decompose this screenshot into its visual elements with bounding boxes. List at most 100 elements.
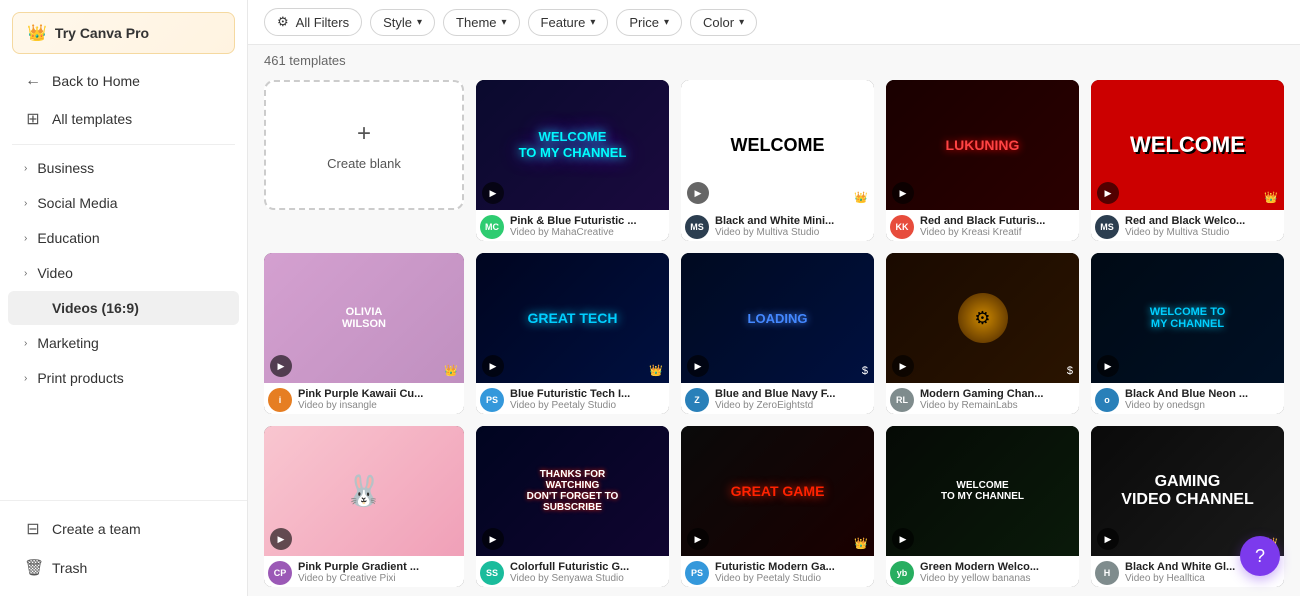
sidebar-item-videos-16-9[interactable]: Videos (16:9) — [8, 291, 239, 325]
avatar: MC — [480, 215, 504, 239]
sidebar-nav: ← Back to Home ⊞ All templates › Busines… — [0, 62, 247, 500]
crown-badge: 👑 — [1264, 191, 1278, 204]
color-filter-button[interactable]: Color ▾ — [690, 9, 757, 36]
template-title: Red and Black Welco... — [1125, 215, 1280, 227]
sidebar-item-back-home[interactable]: ← Back to Home — [8, 63, 239, 99]
template-author: Video by RemainLabs — [920, 400, 1075, 411]
sidebar-item-education[interactable]: › Education — [8, 221, 239, 255]
avatar: MS — [1095, 215, 1119, 239]
sidebar-item-social-media[interactable]: › Social Media — [8, 186, 239, 220]
play-button[interactable]: ▶ — [1097, 528, 1119, 550]
template-title: Colorfull Futuristic G... — [510, 561, 665, 573]
main-content: ⚙ All Filters Style ▾ Theme ▾ Feature ▾ … — [248, 0, 1300, 596]
template-card[interactable]: WELCOMETO MY CHANNEL ▶ MC Pink & Blue Fu… — [476, 80, 669, 241]
template-card[interactable]: WELCOME TOMY CHANNEL ▶ o Black And Blue … — [1091, 253, 1284, 414]
play-button[interactable]: ▶ — [482, 528, 504, 550]
chevron-right-icon: › — [24, 233, 27, 244]
crown-badge: 👑 — [649, 364, 663, 377]
template-author: Video by onedsgn — [1125, 400, 1280, 411]
feature-filter-button[interactable]: Feature ▾ — [528, 9, 609, 36]
template-info: KK Red and Black Futuris... Video by Kre… — [886, 210, 1079, 241]
template-author: Video by Peetaly Studio — [510, 400, 665, 411]
crown-badge: 👑 — [854, 191, 868, 204]
template-thumbnail: ⚙ ▶ $ — [886, 253, 1079, 383]
template-card[interactable]: LOADING ▶ $ Z Blue and Blue Navy F... Vi… — [681, 253, 874, 414]
chevron-down-icon: ▾ — [502, 17, 507, 28]
template-thumbnail: GREAT TECH ▶ 👑 — [476, 253, 669, 383]
template-card[interactable]: WELCOMETO MY CHANNEL ▶ yb Green Modern W… — [886, 426, 1079, 587]
sidebar-item-trash[interactable]: 🗑 Trash — [8, 549, 239, 587]
template-info: PS Futuristic Modern Ga... Video by Peet… — [681, 556, 874, 587]
template-card[interactable]: LUKUNING ▶ KK Red and Black Futuris... V… — [886, 80, 1079, 241]
template-title: Pink Purple Gradient ... — [298, 561, 460, 573]
create-blank-card[interactable]: + Create blank — [264, 80, 464, 210]
template-card[interactable]: 🐰 ▶ CP Pink Purple Gradient ... Video by… — [264, 426, 464, 587]
sidebar-item-video[interactable]: › Video — [8, 256, 239, 290]
style-filter-button[interactable]: Style ▾ — [370, 9, 435, 36]
avatar: MS — [685, 215, 709, 239]
template-preview-text: GAMINGVIDEO CHANNEL — [1121, 473, 1253, 509]
template-preview-text: WELCOMETO MY CHANNEL — [941, 480, 1024, 502]
play-button[interactable]: ▶ — [892, 528, 914, 550]
template-card[interactable]: WELCOME ▶ 👑 MS Black and White Mini... V… — [681, 80, 874, 241]
play-button[interactable]: ▶ — [687, 182, 709, 204]
templates-count: 461 templates — [248, 45, 1300, 72]
template-card[interactable]: WELCOME ▶ 👑 MS Red and Black Welco... Vi… — [1091, 80, 1284, 241]
dollar-badge: $ — [1067, 365, 1073, 377]
play-button[interactable]: ▶ — [687, 355, 709, 377]
play-button[interactable]: ▶ — [892, 182, 914, 204]
play-button[interactable]: ▶ — [270, 355, 292, 377]
template-card[interactable]: OLIVIAWILSON ▶ 👑 i Pink Purple Kawaii Cu… — [264, 253, 464, 414]
template-author: Video by Kreasi Kreatif — [920, 227, 1075, 238]
play-button[interactable]: ▶ — [1097, 355, 1119, 377]
avatar: i — [268, 388, 292, 412]
template-thumbnail: WELCOME TOMY CHANNEL ▶ — [1091, 253, 1284, 383]
all-filters-button[interactable]: ⚙ All Filters — [264, 8, 362, 36]
template-card[interactable]: THANKS FORWATCHINGDON'T FORGET TOSUBSCRI… — [476, 426, 669, 587]
template-author: Video by insangle — [298, 400, 460, 411]
template-text: Black And Blue Neon ... Video by onedsgn — [1125, 388, 1280, 411]
team-icon: ⊟ — [24, 519, 42, 539]
chevron-down-icon: ▾ — [739, 17, 744, 28]
play-button[interactable]: ▶ — [1097, 182, 1119, 204]
template-card[interactable]: GREAT TECH ▶ 👑 PS Blue Futuristic Tech I… — [476, 253, 669, 414]
chevron-right-icon: › — [24, 163, 27, 174]
price-filter-button[interactable]: Price ▾ — [616, 9, 682, 36]
template-preview-text: WELCOME — [1130, 132, 1245, 158]
chevron-right-icon: › — [24, 338, 27, 349]
template-info: SS Colorfull Futuristic G... Video by Se… — [476, 556, 669, 587]
template-info: RL Modern Gaming Chan... Video by Remain… — [886, 383, 1079, 414]
sidebar-item-label: Create a team — [52, 521, 141, 537]
template-preview-text: LOADING — [748, 311, 808, 326]
sidebar-item-marketing[interactable]: › Marketing — [8, 326, 239, 360]
template-info: yb Green Modern Welco... Video by yellow… — [886, 556, 1079, 587]
template-title: Pink & Blue Futuristic ... — [510, 215, 665, 227]
play-button[interactable]: ▶ — [270, 528, 292, 550]
crown-badge: 👑 — [444, 364, 458, 377]
sidebar-item-create-team[interactable]: ⊟ Create a team — [8, 510, 239, 548]
sidebar-item-business[interactable]: › Business — [8, 151, 239, 185]
template-text: Blue Futuristic Tech I... Video by Peeta… — [510, 388, 665, 411]
try-canva-pro-button[interactable]: 👑 Try Canva Pro — [12, 12, 235, 54]
template-info: o Black And Blue Neon ... Video by oneds… — [1091, 383, 1284, 414]
theme-filter-button[interactable]: Theme ▾ — [443, 9, 520, 36]
template-thumbnail: WELCOME ▶ 👑 — [1091, 80, 1284, 210]
play-button[interactable]: ▶ — [482, 355, 504, 377]
template-card[interactable]: ⚙ ▶ $ RL Modern Gaming Chan... Video by … — [886, 253, 1079, 414]
sidebar-bottom: ⊟ Create a team 🗑 Trash — [0, 500, 247, 596]
play-button[interactable]: ▶ — [892, 355, 914, 377]
chevron-down-icon: ▾ — [417, 17, 422, 28]
sidebar-item-label: Education — [37, 230, 99, 246]
avatar: yb — [890, 561, 914, 585]
help-fab-button[interactable]: ? — [1240, 536, 1280, 576]
avatar: SS — [480, 561, 504, 585]
template-card[interactable]: GREAT GAME ▶ 👑 PS Futuristic Modern Ga..… — [681, 426, 874, 587]
sidebar-item-all-templates[interactable]: ⊞ All templates — [8, 100, 239, 138]
template-thumbnail: THANKS FORWATCHINGDON'T FORGET TOSUBSCRI… — [476, 426, 669, 556]
template-title: Green Modern Welco... — [920, 561, 1075, 573]
play-button[interactable]: ▶ — [687, 528, 709, 550]
play-button[interactable]: ▶ — [482, 182, 504, 204]
template-author: Video by Creative Pixi — [298, 573, 460, 584]
sidebar-item-label: Print products — [37, 370, 123, 386]
sidebar-item-print-products[interactable]: › Print products — [8, 361, 239, 395]
